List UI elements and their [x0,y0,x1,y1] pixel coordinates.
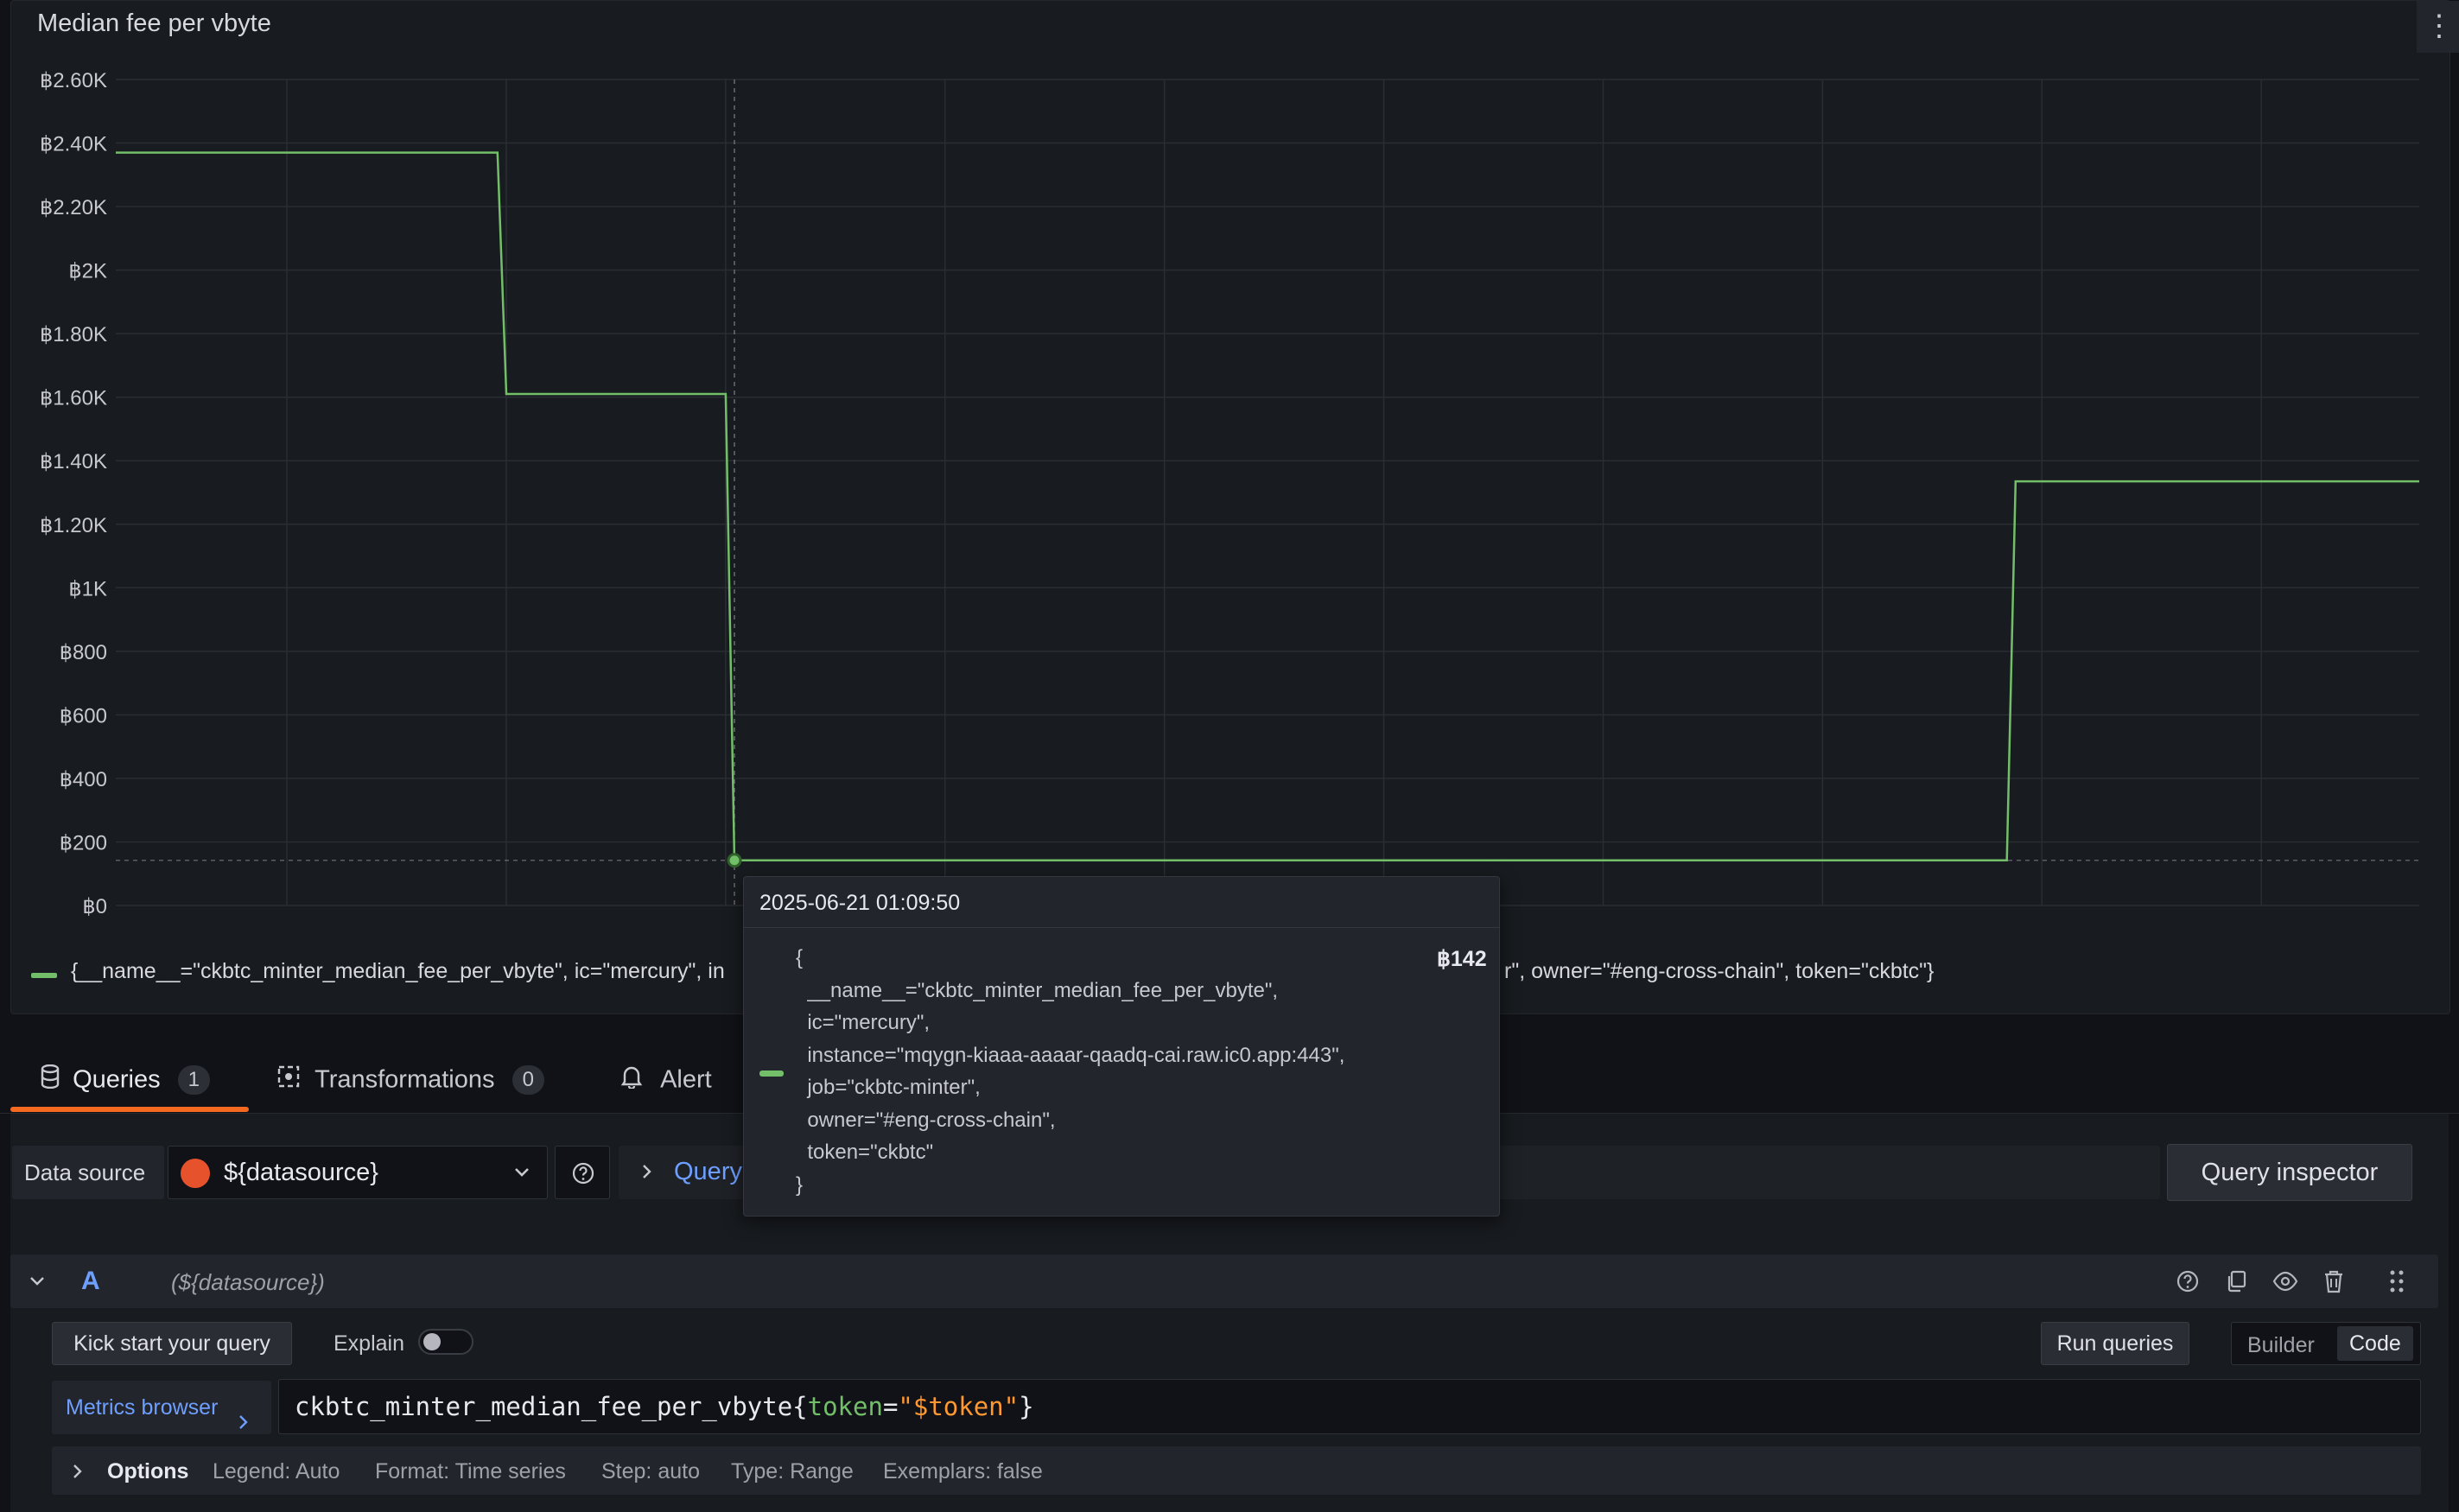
transform-icon [276,1064,308,1096]
tooltip-label-line: token="ckbtc" [796,1140,934,1164]
y-tick-label: ฿0 [82,895,107,916]
prometheus-icon [181,1159,210,1188]
toggle-knob [423,1333,441,1350]
y-tick-label: ฿1.80K [40,323,107,346]
y-tick-label: ฿2K [68,260,107,283]
legend-color-swatch [31,973,57,978]
tab-alert-label: Alert [660,1065,712,1094]
query-options-row[interactable]: Options Legend: Auto Format: Time series… [52,1446,2421,1495]
editor-mode-switch: Builder Code [2231,1322,2421,1365]
y-axis-labels: ฿0 ฿200 ฿400 ฿600 ฿800 ฿1K ฿1.20K ฿1.40K ฿1.60K ฿… [40,69,107,916]
option-step: Step: auto [601,1459,700,1483]
bell-icon [620,1064,653,1096]
horizontal-gridlines [116,79,2419,906]
tab-transformations[interactable]: Transformations 0 [276,1064,544,1099]
tab-queries-label: Queries [73,1065,161,1094]
vertical-gridlines [286,79,2262,905]
tab-queries[interactable]: Queries 1 [40,1064,211,1099]
query-inspector-button[interactable]: Query inspector [2167,1144,2412,1201]
tooltip-label-line: instance="mqygn-kiaaa-aaaar-qaadq-cai.ra… [796,1043,1345,1067]
datasource-help-button[interactable] [555,1146,610,1199]
tab-transformations-count: 0 [511,1065,544,1095]
hover-point [727,853,742,868]
option-format: Format: Time series [375,1459,566,1483]
code-mode-button[interactable]: Code [2337,1326,2413,1361]
y-tick-label: ฿400 [60,768,107,791]
promql-expression: ckbtc_minter_median_fee_per_vbyte{token=… [295,1392,1034,1421]
chevron-right-icon [237,1398,251,1452]
kick-start-query-button[interactable]: Kick start your query [52,1322,292,1365]
tooltip-time: 2025-06-21 01:09:50 [759,891,961,915]
drag-handle-icon[interactable] [2388,1268,2405,1299]
metrics-browser-button[interactable]: Metrics browser [52,1381,271,1434]
datasource-picker[interactable]: ${datasource} [168,1146,548,1199]
datasource-picker-value: ${datasource} [224,1159,378,1186]
builder-mode-button[interactable]: Builder [2247,1333,2315,1358]
legend-item-label[interactable]: {__name__="ckbtc_minter_median_fee_per_v… [71,959,725,984]
chevron-right-icon [71,1462,85,1485]
query-options-label: Query [674,1158,742,1185]
tooltip-series-swatch [759,1070,784,1077]
time-series-chart[interactable]: ฿0 ฿200 ฿400 ฿600 ฿800 ฿1K ฿1.20K ฿1.40K ฿1.60K ฿… [0,0,2459,916]
y-tick-label: ฿1K [68,577,107,600]
y-tick-label: ฿2.40K [40,133,107,156]
expr-label: token [807,1392,883,1421]
y-tick-label: ฿200 [60,831,107,854]
tab-transformations-label: Transformations [315,1065,495,1094]
query-ref-id[interactable]: A [81,1267,100,1296]
database-icon [40,1064,66,1096]
tab-queries-count: 1 [177,1065,211,1095]
tooltip-label-line: ic="mercury", [796,1011,931,1034]
data-source-label: Data source [12,1146,164,1199]
series-line [116,151,2419,862]
y-tick-label: ฿1.60K [40,387,107,410]
legend-item-label-tail[interactable]: r", owner="#eng-cross-chain", token="ckb… [1504,959,1934,984]
tab-alert[interactable]: Alert [620,1064,712,1099]
help-icon[interactable] [2176,1269,2200,1298]
run-queries-button[interactable]: Run queries [2041,1322,2189,1365]
y-tick-label: ฿2.60K [40,69,107,92]
y-tick-label: ฿800 [60,641,107,664]
expr-value: "$token" [898,1392,1020,1421]
trash-icon[interactable] [2322,1268,2345,1299]
chart-tooltip: 2025-06-21 01:09:50 ฿142 { __name__="ckb… [743,876,1500,1217]
y-tick-label: ฿1.40K [40,450,107,473]
metrics-browser-label: Metrics browser [66,1395,219,1420]
eye-icon[interactable] [2272,1269,2298,1298]
tooltip-value: ฿142 [1437,947,1487,971]
y-tick-label: ฿1.20K [40,514,107,537]
chevron-down-icon [512,1162,531,1185]
help-icon [571,1161,595,1190]
expr-brace-open: { [792,1392,808,1421]
tooltip-label-line: job="ckbtc-minter", [796,1076,981,1099]
y-tick-label: ฿2.20K [40,196,107,219]
expr-eq: = [882,1392,899,1421]
explain-toggle[interactable] [418,1329,473,1355]
expr-brace-close: } [1019,1392,1034,1421]
promql-query-editor[interactable]: ckbtc_minter_median_fee_per_vbyte{token=… [278,1379,2421,1434]
option-exemplars: Exemplars: false [883,1459,1043,1483]
collapse-chevron-icon[interactable] [28,1274,47,1293]
tooltip-label-line: } [796,1172,804,1197]
tooltip-header: 2025-06-21 01:09:50 [744,877,1499,928]
explain-label: Explain [334,1331,404,1356]
tooltip-label-line: __name__="ckbtc_minter_median_fee_per_vb… [796,978,1279,1002]
y-tick-label: ฿600 [60,704,107,727]
tooltip-label-line: owner="#eng-cross-chain", [796,1108,1056,1132]
options-label: Options [107,1459,189,1483]
option-legend: Legend: Auto [213,1459,340,1483]
active-tab-indicator [10,1107,249,1112]
tooltip-label-line: { [796,946,804,969]
option-type: Type: Range [731,1459,854,1483]
query-datasource-name: (${datasource}) [171,1269,325,1295]
duplicate-icon[interactable] [2224,1269,2248,1298]
chevron-right-icon [638,1161,655,1188]
query-row-header: A (${datasource}) [10,1255,2438,1308]
expr-metric: ckbtc_minter_median_fee_per_vbyte [295,1392,793,1421]
